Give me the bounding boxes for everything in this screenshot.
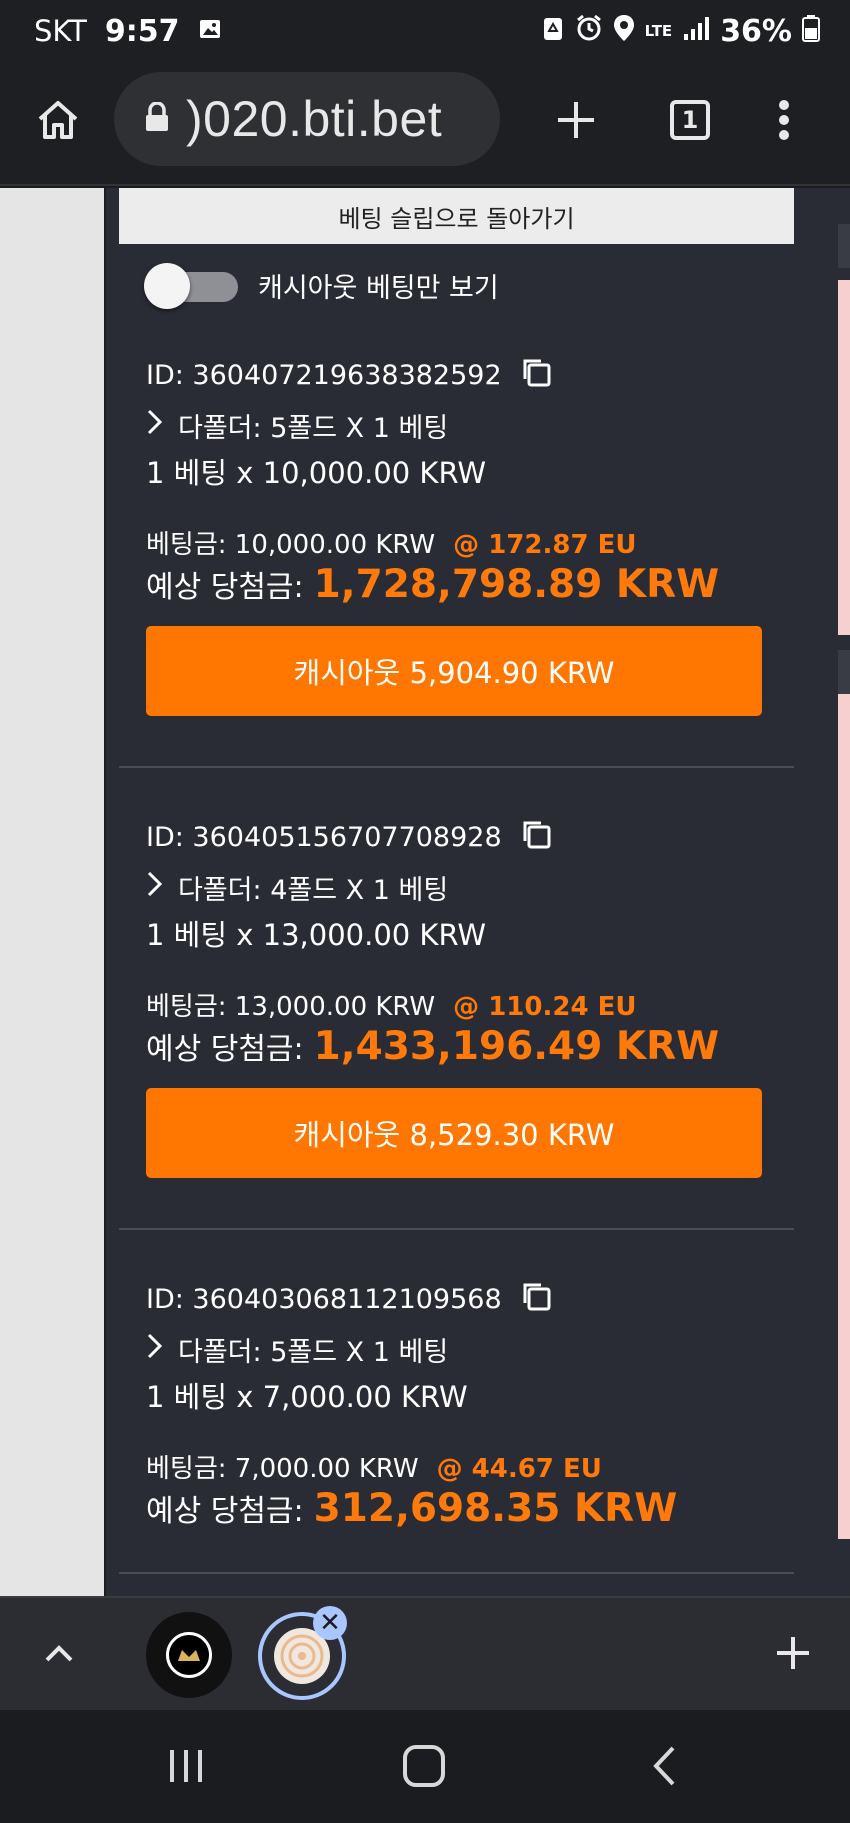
back-to-betslip-button[interactable]: 베팅 슬립으로 돌아가기 xyxy=(119,188,794,244)
location-icon xyxy=(613,14,635,48)
back-nav-button[interactable] xyxy=(634,1738,694,1794)
menu-button[interactable] xyxy=(764,90,804,150)
home-button[interactable] xyxy=(28,90,88,150)
battery-charging-icon xyxy=(802,14,820,48)
cashout-button[interactable]: 캐시아웃 8,529.30 KRW xyxy=(146,1088,762,1178)
cashout-only-toggle[interactable] xyxy=(144,262,238,309)
bet-details-toggle[interactable]: 다폴더: 4폴드 X 1 베팅 xyxy=(146,868,448,907)
home-square-icon xyxy=(403,1745,445,1787)
bet-count: 1 베팅 x 7,000.00 KRW xyxy=(146,1380,468,1414)
divider xyxy=(119,766,794,768)
browser-toolbar: )020.bti.bet 1 xyxy=(0,62,850,186)
copy-icon[interactable] xyxy=(520,1280,552,1319)
potential-win-value: 1,728,798.89 KRW xyxy=(313,562,720,607)
potential-win-label: 예상 당첨금: xyxy=(146,1494,304,1529)
address-bar[interactable]: )020.bti.bet xyxy=(114,72,500,166)
carrier-label: SKT xyxy=(34,14,87,48)
chevron-right-icon xyxy=(146,1332,164,1367)
more-vert-icon xyxy=(779,100,789,140)
toggle-label: 캐시아웃 베팅만 보기 xyxy=(258,273,499,304)
bet-card: ID: 360403068112109568 다폴더: 5폴드 X 1 베팅 1… xyxy=(106,1280,838,1596)
bet-id: ID: 360403068112109568 xyxy=(146,1284,502,1315)
stake: 베팅금: 7,000.00 KRW xyxy=(146,1454,419,1484)
odds: @ 44.67 EU xyxy=(436,1454,602,1484)
recent-apps-button[interactable] xyxy=(156,1738,216,1794)
system-navigation-bar xyxy=(0,1710,850,1823)
divider xyxy=(119,1572,794,1574)
potential-win-label: 예상 당첨금: xyxy=(146,1032,304,1067)
stake: 베팅금: 10,000.00 KRW xyxy=(146,530,436,560)
recycle-icon xyxy=(541,15,565,47)
bet-details-toggle[interactable]: 다폴더: 5폴드 X 1 베팅 xyxy=(146,406,448,445)
add-tab-button[interactable] xyxy=(768,1628,818,1678)
odds: @ 110.24 EU xyxy=(453,992,637,1022)
alarm-icon xyxy=(575,14,603,48)
tab-switcher-button[interactable]: 1 xyxy=(660,90,720,150)
potential-win-value: 1,433,196.49 KRW xyxy=(313,1024,720,1069)
left-panel xyxy=(0,188,106,1596)
bet-type: 다폴더: 4폴드 X 1 베팅 xyxy=(178,875,449,906)
copy-icon[interactable] xyxy=(520,356,552,395)
site-logo-icon xyxy=(166,1632,212,1678)
close-tab-icon[interactable]: ✕ xyxy=(313,1606,347,1640)
bet-count: 1 베팅 x 10,000.00 KRW xyxy=(146,456,487,490)
url-text: )020.bti.bet xyxy=(186,91,443,147)
odds: @ 172.87 EU xyxy=(453,530,637,560)
new-tab-button[interactable] xyxy=(546,90,606,150)
bet-history-panel: 베팅 슬립으로 돌아가기 캐시아웃 베팅만 보기 ID: 36040721963… xyxy=(106,188,838,1596)
bet-id: ID: 360405156707708928 xyxy=(146,822,502,853)
plus-icon xyxy=(558,102,594,138)
chevron-up-icon xyxy=(45,1645,73,1662)
network-type-label: LTE xyxy=(644,21,673,40)
divider xyxy=(119,1228,794,1230)
right-edge xyxy=(838,188,850,1596)
web-page: 베팅 슬립으로 돌아가기 캐시아웃 베팅만 보기 ID: 36040721963… xyxy=(0,188,850,1596)
gallery-notification-icon xyxy=(198,14,222,48)
signal-icon xyxy=(682,15,710,47)
plus-icon xyxy=(777,1637,809,1669)
recent-apps-icon xyxy=(170,1750,202,1782)
bottom-tab-bar: ✕ xyxy=(0,1596,850,1710)
bet-type: 다폴더: 5폴드 X 1 베팅 xyxy=(178,413,449,444)
tab-count: 1 xyxy=(670,100,710,140)
copy-icon[interactable] xyxy=(520,818,552,857)
clock: 9:57 xyxy=(104,13,180,49)
chevron-right-icon xyxy=(146,408,164,443)
status-bar: SKT 9:57 LTE 36% xyxy=(0,0,850,62)
collapse-button[interactable] xyxy=(34,1628,84,1678)
lock-icon xyxy=(144,101,170,136)
stake: 베팅금: 13,000.00 KRW xyxy=(146,992,436,1022)
bet-card: ID: 360407219638382592 다폴더: 5폴드 X 1 베팅 1… xyxy=(106,356,838,818)
bet-type: 다폴더: 5폴드 X 1 베팅 xyxy=(178,1337,449,1368)
bet-id: ID: 360407219638382592 xyxy=(146,360,502,391)
tab-thumbnail[interactable] xyxy=(146,1612,232,1698)
bet-count: 1 베팅 x 13,000.00 KRW xyxy=(146,918,487,952)
potential-win-label: 예상 당첨금: xyxy=(146,570,304,605)
potential-win-value: 312,698.35 KRW xyxy=(313,1486,678,1531)
cashout-only-toggle-row: 캐시아웃 베팅만 보기 xyxy=(144,262,499,309)
battery-percent: 36% xyxy=(720,13,792,49)
bet-card: ID: 360405156707708928 다폴더: 4폴드 X 1 베팅 1… xyxy=(106,818,838,1280)
chevron-right-icon xyxy=(146,870,164,905)
home-nav-button[interactable] xyxy=(394,1738,454,1794)
home-icon xyxy=(38,101,78,139)
back-chevron-icon xyxy=(653,1746,675,1786)
bet-details-toggle[interactable]: 다폴더: 5폴드 X 1 베팅 xyxy=(146,1330,448,1369)
cashout-button[interactable]: 캐시아웃 5,904.90 KRW xyxy=(146,626,762,716)
